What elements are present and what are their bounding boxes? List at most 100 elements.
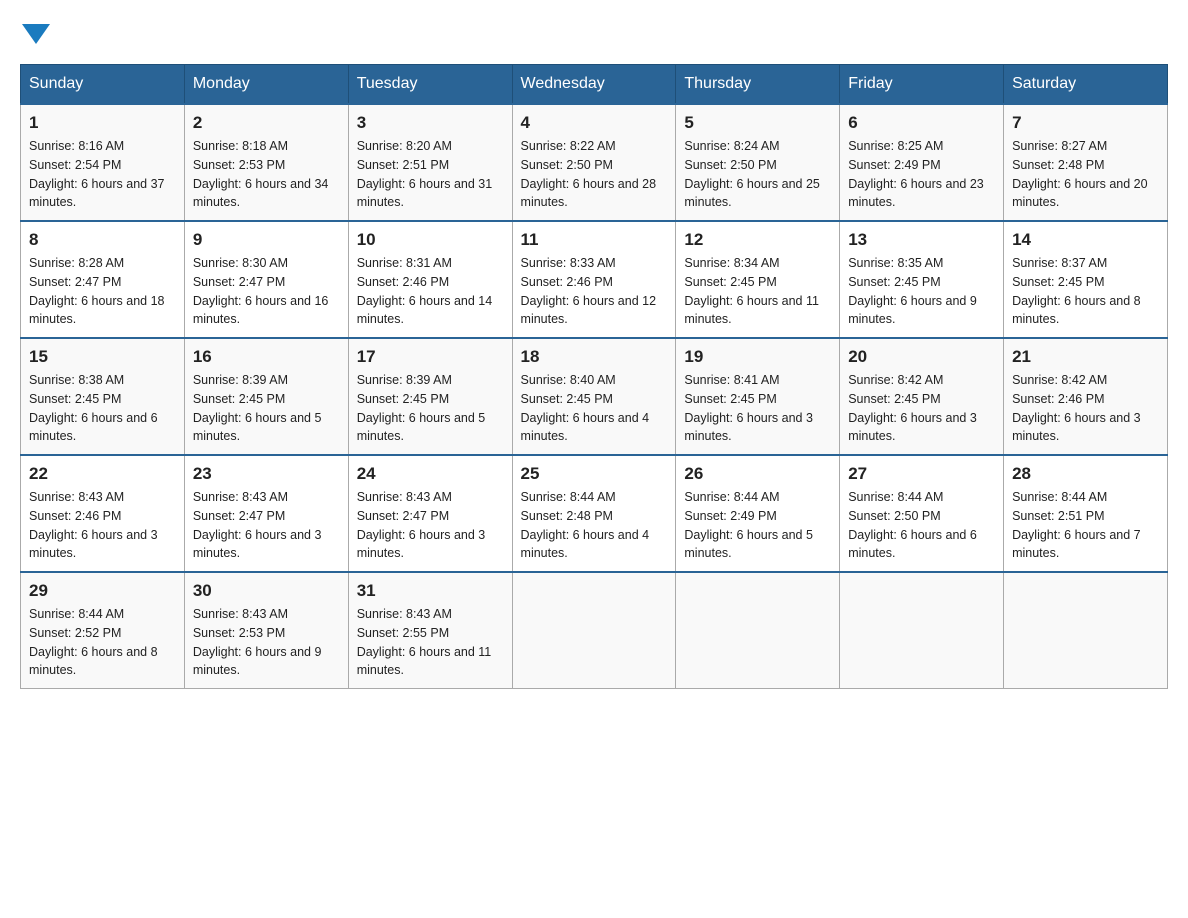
calendar-cell: 1 Sunrise: 8:16 AMSunset: 2:54 PMDayligh… bbox=[21, 104, 185, 221]
day-info: Sunrise: 8:33 AMSunset: 2:46 PMDaylight:… bbox=[521, 254, 668, 329]
day-info: Sunrise: 8:41 AMSunset: 2:45 PMDaylight:… bbox=[684, 371, 831, 446]
calendar-cell: 13 Sunrise: 8:35 AMSunset: 2:45 PMDaylig… bbox=[840, 221, 1004, 338]
day-number: 29 bbox=[29, 581, 176, 601]
day-info: Sunrise: 8:18 AMSunset: 2:53 PMDaylight:… bbox=[193, 137, 340, 212]
calendar-cell: 28 Sunrise: 8:44 AMSunset: 2:51 PMDaylig… bbox=[1004, 455, 1168, 572]
day-info: Sunrise: 8:43 AMSunset: 2:55 PMDaylight:… bbox=[357, 605, 504, 680]
day-info: Sunrise: 8:20 AMSunset: 2:51 PMDaylight:… bbox=[357, 137, 504, 212]
weekday-header-friday: Friday bbox=[840, 65, 1004, 105]
day-number: 26 bbox=[684, 464, 831, 484]
day-info: Sunrise: 8:35 AMSunset: 2:45 PMDaylight:… bbox=[848, 254, 995, 329]
day-info: Sunrise: 8:43 AMSunset: 2:47 PMDaylight:… bbox=[193, 488, 340, 563]
day-number: 4 bbox=[521, 113, 668, 133]
week-row-3: 15 Sunrise: 8:38 AMSunset: 2:45 PMDaylig… bbox=[21, 338, 1168, 455]
day-number: 5 bbox=[684, 113, 831, 133]
weekday-header-monday: Monday bbox=[184, 65, 348, 105]
day-number: 13 bbox=[848, 230, 995, 250]
calendar-cell bbox=[1004, 572, 1168, 689]
day-number: 30 bbox=[193, 581, 340, 601]
calendar-cell: 3 Sunrise: 8:20 AMSunset: 2:51 PMDayligh… bbox=[348, 104, 512, 221]
day-number: 8 bbox=[29, 230, 176, 250]
day-info: Sunrise: 8:43 AMSunset: 2:46 PMDaylight:… bbox=[29, 488, 176, 563]
day-number: 2 bbox=[193, 113, 340, 133]
day-info: Sunrise: 8:44 AMSunset: 2:51 PMDaylight:… bbox=[1012, 488, 1159, 563]
day-number: 12 bbox=[684, 230, 831, 250]
calendar-cell: 25 Sunrise: 8:44 AMSunset: 2:48 PMDaylig… bbox=[512, 455, 676, 572]
calendar-cell: 11 Sunrise: 8:33 AMSunset: 2:46 PMDaylig… bbox=[512, 221, 676, 338]
day-info: Sunrise: 8:38 AMSunset: 2:45 PMDaylight:… bbox=[29, 371, 176, 446]
calendar-cell: 14 Sunrise: 8:37 AMSunset: 2:45 PMDaylig… bbox=[1004, 221, 1168, 338]
day-info: Sunrise: 8:34 AMSunset: 2:45 PMDaylight:… bbox=[684, 254, 831, 329]
day-info: Sunrise: 8:31 AMSunset: 2:46 PMDaylight:… bbox=[357, 254, 504, 329]
day-number: 3 bbox=[357, 113, 504, 133]
calendar-cell: 10 Sunrise: 8:31 AMSunset: 2:46 PMDaylig… bbox=[348, 221, 512, 338]
page-header bbox=[20, 20, 1168, 44]
weekday-header-sunday: Sunday bbox=[21, 65, 185, 105]
calendar-cell bbox=[840, 572, 1004, 689]
calendar-cell: 31 Sunrise: 8:43 AMSunset: 2:55 PMDaylig… bbox=[348, 572, 512, 689]
day-info: Sunrise: 8:22 AMSunset: 2:50 PMDaylight:… bbox=[521, 137, 668, 212]
calendar-cell: 15 Sunrise: 8:38 AMSunset: 2:45 PMDaylig… bbox=[21, 338, 185, 455]
day-info: Sunrise: 8:43 AMSunset: 2:47 PMDaylight:… bbox=[357, 488, 504, 563]
calendar-cell: 26 Sunrise: 8:44 AMSunset: 2:49 PMDaylig… bbox=[676, 455, 840, 572]
weekday-header-wednesday: Wednesday bbox=[512, 65, 676, 105]
logo bbox=[20, 20, 50, 44]
day-info: Sunrise: 8:25 AMSunset: 2:49 PMDaylight:… bbox=[848, 137, 995, 212]
calendar-cell: 18 Sunrise: 8:40 AMSunset: 2:45 PMDaylig… bbox=[512, 338, 676, 455]
day-info: Sunrise: 8:39 AMSunset: 2:45 PMDaylight:… bbox=[193, 371, 340, 446]
calendar-cell: 4 Sunrise: 8:22 AMSunset: 2:50 PMDayligh… bbox=[512, 104, 676, 221]
calendar-cell: 2 Sunrise: 8:18 AMSunset: 2:53 PMDayligh… bbox=[184, 104, 348, 221]
day-number: 17 bbox=[357, 347, 504, 367]
day-number: 22 bbox=[29, 464, 176, 484]
day-number: 11 bbox=[521, 230, 668, 250]
day-info: Sunrise: 8:44 AMSunset: 2:50 PMDaylight:… bbox=[848, 488, 995, 563]
calendar-cell: 6 Sunrise: 8:25 AMSunset: 2:49 PMDayligh… bbox=[840, 104, 1004, 221]
day-number: 20 bbox=[848, 347, 995, 367]
day-number: 23 bbox=[193, 464, 340, 484]
week-row-1: 1 Sunrise: 8:16 AMSunset: 2:54 PMDayligh… bbox=[21, 104, 1168, 221]
weekday-header-saturday: Saturday bbox=[1004, 65, 1168, 105]
calendar-cell bbox=[676, 572, 840, 689]
day-info: Sunrise: 8:24 AMSunset: 2:50 PMDaylight:… bbox=[684, 137, 831, 212]
week-row-2: 8 Sunrise: 8:28 AMSunset: 2:47 PMDayligh… bbox=[21, 221, 1168, 338]
calendar-cell: 19 Sunrise: 8:41 AMSunset: 2:45 PMDaylig… bbox=[676, 338, 840, 455]
calendar-cell bbox=[512, 572, 676, 689]
day-info: Sunrise: 8:44 AMSunset: 2:52 PMDaylight:… bbox=[29, 605, 176, 680]
day-number: 31 bbox=[357, 581, 504, 601]
day-number: 9 bbox=[193, 230, 340, 250]
day-info: Sunrise: 8:42 AMSunset: 2:45 PMDaylight:… bbox=[848, 371, 995, 446]
day-number: 19 bbox=[684, 347, 831, 367]
day-number: 7 bbox=[1012, 113, 1159, 133]
calendar-cell: 8 Sunrise: 8:28 AMSunset: 2:47 PMDayligh… bbox=[21, 221, 185, 338]
calendar-cell: 12 Sunrise: 8:34 AMSunset: 2:45 PMDaylig… bbox=[676, 221, 840, 338]
day-info: Sunrise: 8:44 AMSunset: 2:49 PMDaylight:… bbox=[684, 488, 831, 563]
week-row-5: 29 Sunrise: 8:44 AMSunset: 2:52 PMDaylig… bbox=[21, 572, 1168, 689]
day-info: Sunrise: 8:43 AMSunset: 2:53 PMDaylight:… bbox=[193, 605, 340, 680]
day-info: Sunrise: 8:39 AMSunset: 2:45 PMDaylight:… bbox=[357, 371, 504, 446]
calendar-cell: 30 Sunrise: 8:43 AMSunset: 2:53 PMDaylig… bbox=[184, 572, 348, 689]
day-info: Sunrise: 8:16 AMSunset: 2:54 PMDaylight:… bbox=[29, 137, 176, 212]
day-number: 14 bbox=[1012, 230, 1159, 250]
weekday-header-tuesday: Tuesday bbox=[348, 65, 512, 105]
day-info: Sunrise: 8:27 AMSunset: 2:48 PMDaylight:… bbox=[1012, 137, 1159, 212]
day-number: 25 bbox=[521, 464, 668, 484]
calendar-cell: 17 Sunrise: 8:39 AMSunset: 2:45 PMDaylig… bbox=[348, 338, 512, 455]
calendar-cell: 20 Sunrise: 8:42 AMSunset: 2:45 PMDaylig… bbox=[840, 338, 1004, 455]
day-number: 15 bbox=[29, 347, 176, 367]
day-info: Sunrise: 8:30 AMSunset: 2:47 PMDaylight:… bbox=[193, 254, 340, 329]
day-number: 27 bbox=[848, 464, 995, 484]
day-number: 24 bbox=[357, 464, 504, 484]
day-number: 1 bbox=[29, 113, 176, 133]
calendar-cell: 21 Sunrise: 8:42 AMSunset: 2:46 PMDaylig… bbox=[1004, 338, 1168, 455]
day-number: 6 bbox=[848, 113, 995, 133]
calendar-cell: 24 Sunrise: 8:43 AMSunset: 2:47 PMDaylig… bbox=[348, 455, 512, 572]
calendar-cell: 9 Sunrise: 8:30 AMSunset: 2:47 PMDayligh… bbox=[184, 221, 348, 338]
calendar-cell: 22 Sunrise: 8:43 AMSunset: 2:46 PMDaylig… bbox=[21, 455, 185, 572]
day-number: 18 bbox=[521, 347, 668, 367]
day-number: 16 bbox=[193, 347, 340, 367]
calendar-cell: 7 Sunrise: 8:27 AMSunset: 2:48 PMDayligh… bbox=[1004, 104, 1168, 221]
weekday-header-thursday: Thursday bbox=[676, 65, 840, 105]
calendar-cell: 5 Sunrise: 8:24 AMSunset: 2:50 PMDayligh… bbox=[676, 104, 840, 221]
day-info: Sunrise: 8:37 AMSunset: 2:45 PMDaylight:… bbox=[1012, 254, 1159, 329]
day-number: 21 bbox=[1012, 347, 1159, 367]
